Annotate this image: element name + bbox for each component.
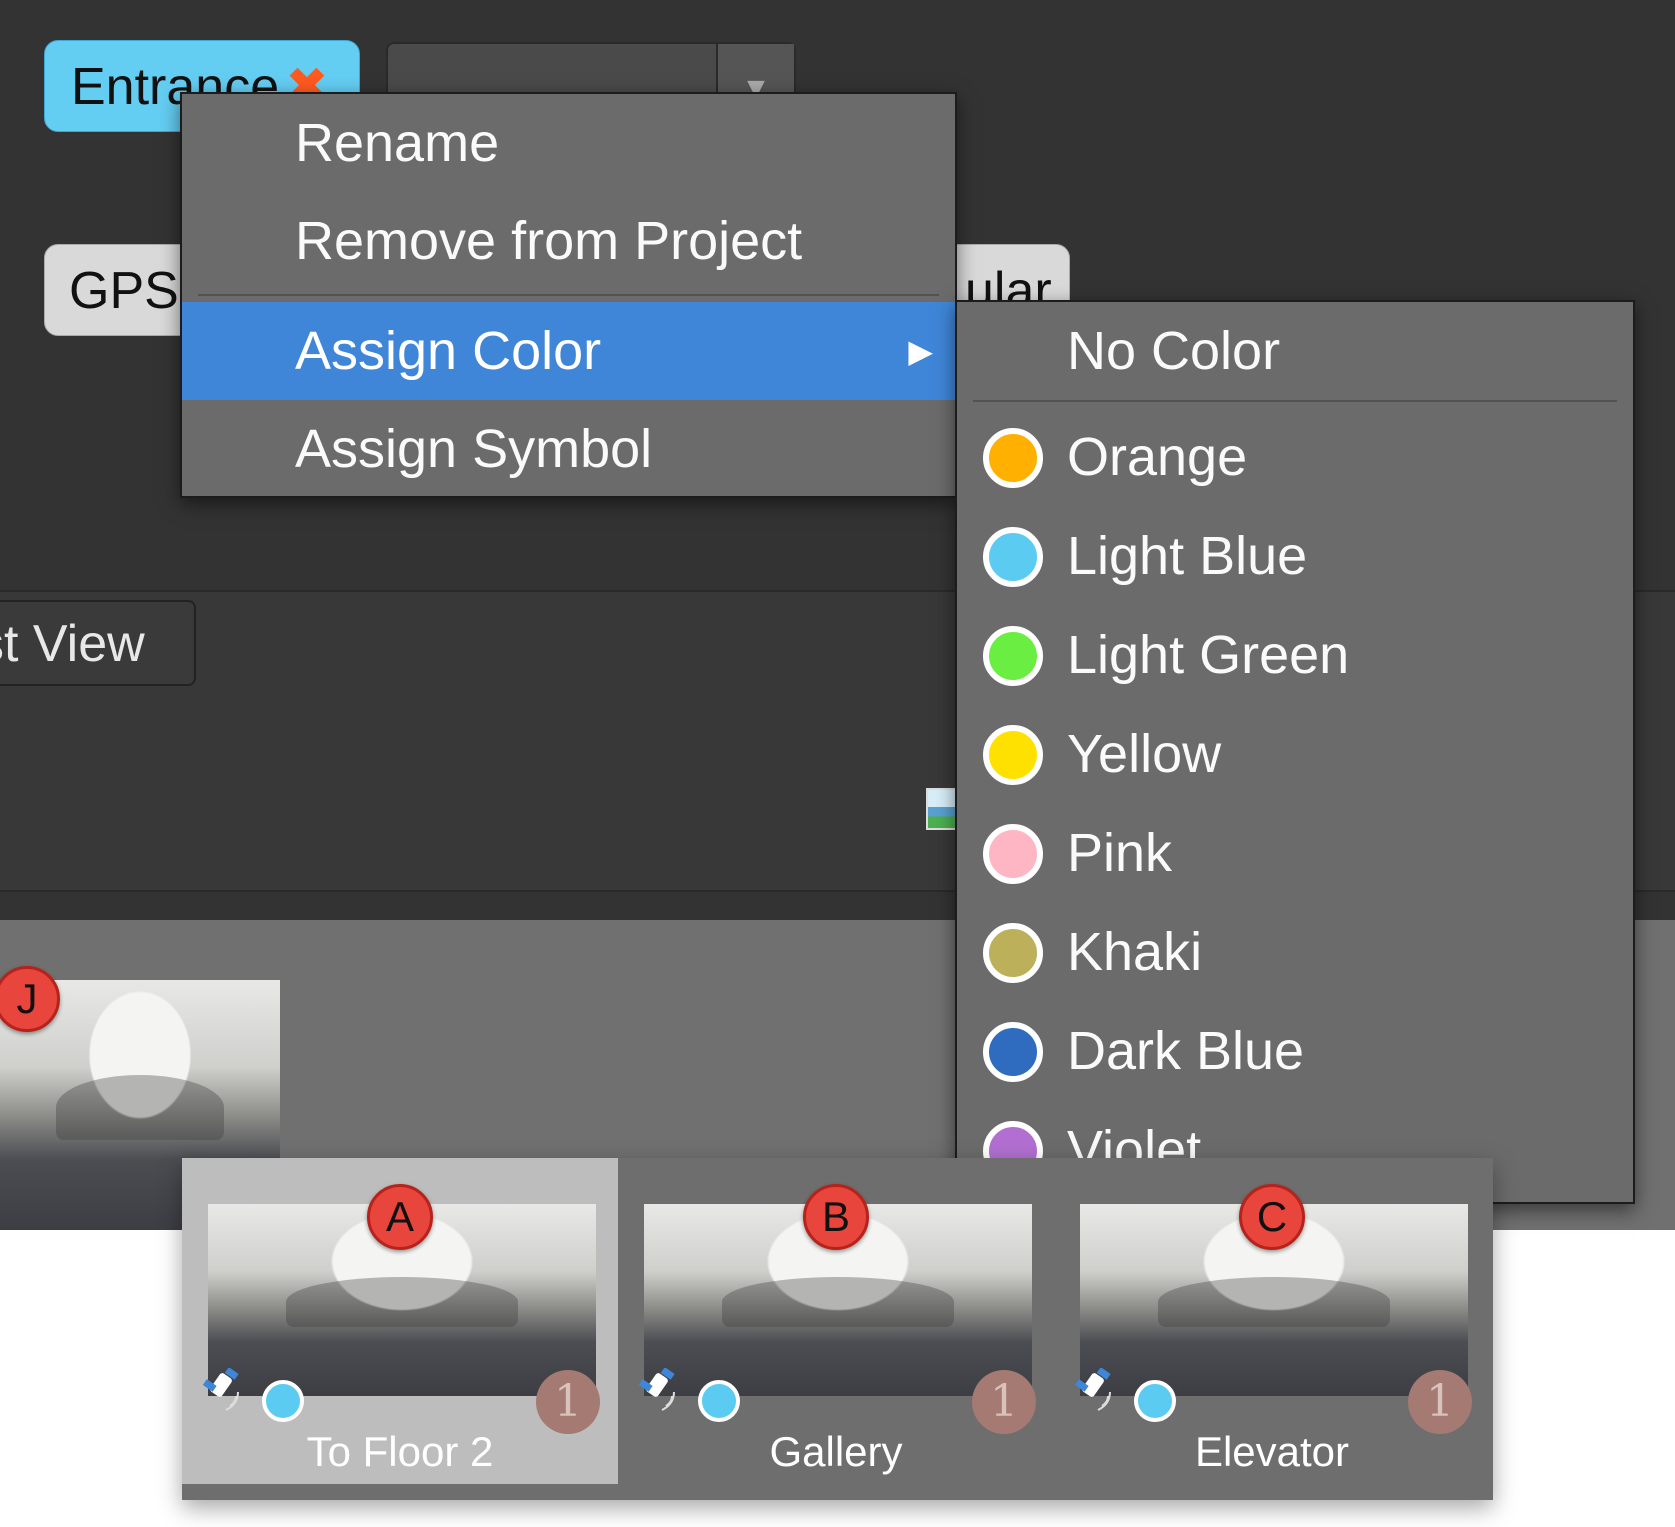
count-badge: 1 (1408, 1370, 1472, 1434)
color-swatch (983, 527, 1043, 587)
color-swatch (983, 725, 1043, 785)
color-item-orange[interactable]: Orange (957, 408, 1633, 507)
color-swatch (983, 626, 1043, 686)
satellite-icon (636, 1367, 686, 1414)
symbol-badge: C (1239, 1184, 1305, 1250)
color-item-light-green[interactable]: Light Green (957, 606, 1633, 705)
color-dot (698, 1380, 740, 1422)
menu-item-assign-symbol[interactable]: Assign Symbol (182, 400, 955, 498)
thumbnail-label: To Floor 2 (306, 1428, 494, 1475)
thumbnail-card[interactable]: B 1 Gallery (618, 1158, 1054, 1484)
color-swatch (983, 1022, 1043, 1082)
context-menu: Rename Remove from Project Assign Color … (180, 92, 957, 498)
color-label: Dark Blue (1067, 1021, 1305, 1081)
menu-separator (198, 294, 939, 296)
panorama-thumbnail-bar: A 1 To Floor 2 B 1 Gallery C 1 Elevator (182, 1158, 1493, 1500)
symbol-badge: B (803, 1184, 869, 1250)
color-item-no-color[interactable]: No Color (957, 302, 1633, 401)
count-badge: 1 (536, 1370, 600, 1434)
count-badge: 1 (972, 1370, 1036, 1434)
color-label: Yellow (1067, 724, 1222, 784)
color-item-khaki[interactable]: Khaki (957, 903, 1633, 1002)
chevron-right-icon: ▶ (908, 333, 933, 369)
color-item-pink[interactable]: Pink (957, 804, 1633, 903)
thumbnail-label: Elevator (1194, 1428, 1350, 1475)
color-label: Pink (1067, 823, 1173, 883)
menu-item-assign-color[interactable]: Assign Color ▶ (182, 302, 955, 400)
color-submenu: No Color Orange Light Blue Light Green Y… (955, 300, 1635, 1204)
menu-item-rename[interactable]: Rename (182, 94, 955, 192)
color-dot (1134, 1380, 1176, 1422)
menu-item-label: Assign Color (295, 321, 602, 381)
color-item-light-blue[interactable]: Light Blue (957, 507, 1633, 606)
color-swatch (983, 824, 1043, 884)
color-label: Light Green (1067, 625, 1350, 685)
satellite-icon (1072, 1367, 1122, 1414)
color-item-dark-blue[interactable]: Dark Blue (957, 1002, 1633, 1101)
color-swatch (983, 923, 1043, 983)
thumbnail-card[interactable]: C 1 Elevator (1054, 1158, 1490, 1484)
gps-button[interactable]: GPS (44, 244, 194, 336)
tab-view[interactable]: st View (0, 600, 196, 686)
menu-item-remove-from-project[interactable]: Remove from Project (182, 192, 955, 290)
thumbnail-card[interactable]: A 1 To Floor 2 (182, 1158, 618, 1484)
menu-separator (973, 400, 1617, 402)
color-swatch (983, 428, 1043, 488)
satellite-icon (200, 1367, 250, 1414)
color-label: Orange (1067, 427, 1248, 487)
color-label: Khaki (1067, 922, 1203, 982)
color-dot (262, 1380, 304, 1422)
color-item-yellow[interactable]: Yellow (957, 705, 1633, 804)
symbol-badge: A (367, 1184, 433, 1250)
thumbnail-label: Gallery (769, 1428, 903, 1475)
color-label: Light Blue (1067, 526, 1308, 586)
